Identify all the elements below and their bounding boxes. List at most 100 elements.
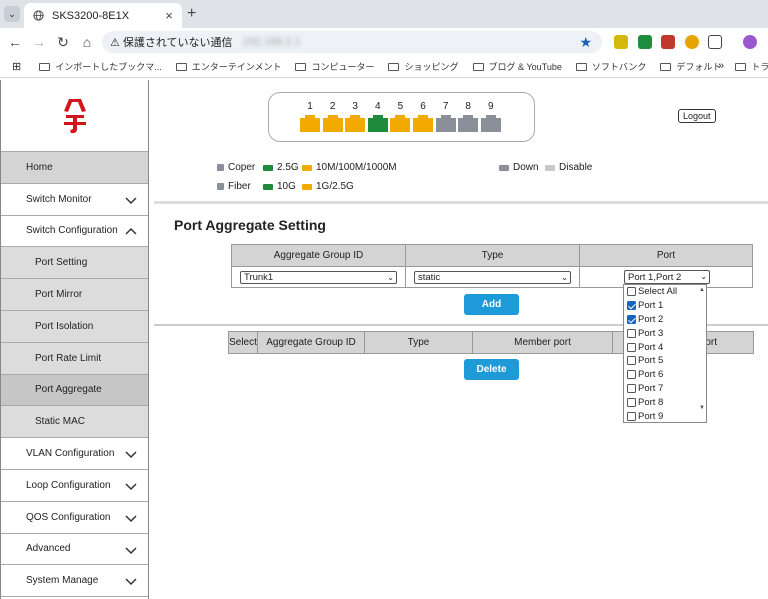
checkbox[interactable] bbox=[627, 411, 636, 421]
sidebar: Home Switch Monitor Switch Configuration Po… bbox=[0, 80, 149, 599]
home-icon[interactable]: ⌂ bbox=[75, 34, 99, 50]
menu-item-label: Static MAC bbox=[35, 416, 86, 428]
header-select: Select bbox=[228, 331, 258, 354]
checkbox[interactable] bbox=[627, 397, 636, 407]
bookmark-star-icon[interactable]: ★ bbox=[579, 34, 592, 51]
extension-icon[interactable] bbox=[614, 35, 628, 49]
port-option[interactable]: Port 3 bbox=[624, 326, 706, 340]
url-text: 192.168.2.1 bbox=[242, 36, 301, 48]
port-option[interactable]: Port 6 bbox=[624, 368, 706, 382]
checkbox[interactable] bbox=[627, 287, 636, 297]
tab-strip: ⌄ SKS3200-8E1X × + bbox=[0, 0, 768, 28]
dropdown-scrollbar[interactable]: ▲ ▼ bbox=[699, 287, 705, 411]
port-dropdown-list[interactable]: Select All Port 1 Port 2 Port 3 Port 4 Port 5… bbox=[623, 284, 707, 423]
port-number: 2 bbox=[329, 101, 336, 112]
address-bar[interactable]: ⚠ 保護されていない通信 192.168.2.1 ★ bbox=[102, 31, 602, 53]
menu-item-loop-configuration[interactable]: Loop Configuration bbox=[1, 469, 148, 502]
checkbox[interactable] bbox=[627, 342, 636, 352]
port-number: 4 bbox=[375, 101, 381, 112]
forward-icon[interactable]: → bbox=[27, 34, 51, 50]
menu-item-advanced[interactable]: Advanced bbox=[1, 533, 148, 566]
bookmark-item[interactable]: インポートしたブックマ... bbox=[39, 60, 162, 73]
port-option[interactable]: Select All bbox=[624, 285, 706, 299]
port-option[interactable]: Port 9 bbox=[624, 409, 706, 423]
menu-item-label: System Manage bbox=[26, 575, 99, 587]
port-7-icon[interactable] bbox=[435, 115, 456, 132]
menu-item-switch-monitor[interactable]: Switch Monitor bbox=[1, 183, 148, 216]
menu-item-qos-configuration[interactable]: QOS Configuration bbox=[1, 501, 148, 534]
type-select[interactable]: static ⌄ bbox=[414, 270, 571, 284]
port-option[interactable]: Port 1 bbox=[624, 299, 706, 313]
apps-icon[interactable]: ⊞ bbox=[12, 60, 21, 73]
checkbox[interactable] bbox=[627, 370, 636, 380]
aggregate-form-table: Aggregate Group ID Type Port Trunk1 ⌄ sta… bbox=[231, 244, 753, 288]
extension-icon[interactable] bbox=[661, 35, 675, 49]
close-tab-icon[interactable]: × bbox=[162, 8, 176, 23]
menu-item-port-aggregate[interactable]: Port Aggregate bbox=[1, 374, 148, 407]
menu-item-static-mac[interactable]: Static MAC bbox=[1, 406, 148, 439]
menu-item-label: Port Setting bbox=[35, 257, 88, 269]
new-tab-icon[interactable]: + bbox=[187, 5, 196, 23]
port-number: 6 bbox=[420, 101, 426, 112]
menu-item-vlan-configuration[interactable]: VLAN Configuration bbox=[1, 438, 148, 470]
port-option[interactable]: Port 7 bbox=[624, 382, 706, 396]
port-option[interactable]: Port 5 bbox=[624, 354, 706, 368]
menu-item-switch-configuration[interactable]: Switch Configuration bbox=[1, 215, 148, 248]
tab-title: SKS3200-8E1X bbox=[52, 9, 130, 22]
extension-icon[interactable] bbox=[685, 35, 699, 49]
port-1-icon[interactable] bbox=[300, 115, 320, 132]
add-button[interactable]: Add bbox=[464, 294, 519, 315]
menu-item-label: Switch Monitor bbox=[26, 193, 92, 205]
folder-icon bbox=[472, 62, 484, 71]
port-2-icon[interactable] bbox=[322, 115, 343, 132]
logout-button[interactable]: Logout bbox=[678, 109, 716, 123]
checkbox[interactable] bbox=[627, 328, 636, 338]
bookmark-item[interactable]: ソフトバンク bbox=[575, 60, 646, 73]
bookmark-item[interactable]: ショッピング bbox=[388, 60, 459, 73]
group-id-select[interactable]: Trunk1 ⌄ bbox=[240, 270, 397, 284]
bookmark-item[interactable]: デフォルト bbox=[660, 60, 721, 73]
checkbox[interactable] bbox=[627, 356, 636, 366]
chevron-down-icon: ⌄ bbox=[387, 272, 394, 282]
bookmark-item[interactable]: トラベル bbox=[735, 60, 768, 73]
port-6-icon[interactable] bbox=[413, 115, 433, 132]
tab-search-icon[interactable]: ⌄ bbox=[4, 6, 20, 22]
warning-icon: ⚠ bbox=[110, 36, 120, 49]
port-9-icon[interactable] bbox=[480, 115, 501, 132]
port-panel: 1 2 3 4 5 6 7 8 9 bbox=[268, 92, 535, 142]
reload-icon[interactable]: ↻ bbox=[51, 34, 75, 51]
checkbox[interactable] bbox=[627, 301, 636, 311]
port-number: 5 bbox=[397, 101, 404, 112]
main-content: 1 2 3 4 5 6 7 8 9 Logout Coper 2.5G 10M/100M/100… bbox=[150, 80, 768, 599]
port-select[interactable]: Port 1,Port 2 ⌄ bbox=[624, 270, 710, 284]
menu-item-system-manage[interactable]: System Manage bbox=[1, 565, 148, 598]
menu-item-port-isolation[interactable]: Port Isolation bbox=[1, 310, 148, 343]
port-8-icon[interactable] bbox=[458, 115, 479, 132]
extension-icon[interactable] bbox=[638, 35, 652, 49]
port-option[interactable]: Port 2 bbox=[624, 313, 706, 327]
header-type: Type bbox=[364, 331, 473, 354]
bookmark-item[interactable]: ブログ & YouTube bbox=[472, 60, 562, 73]
profile-avatar[interactable] bbox=[743, 35, 757, 49]
port-4-icon[interactable] bbox=[367, 115, 388, 132]
port-option[interactable]: Port 4 bbox=[624, 340, 706, 354]
menu-item-home[interactable]: Home bbox=[1, 152, 148, 184]
bookmark-item[interactable]: エンターテインメント bbox=[175, 60, 281, 73]
menu-item-label: Home bbox=[26, 161, 53, 173]
menu-item-port-setting[interactable]: Port Setting bbox=[1, 247, 148, 280]
back-icon[interactable]: ← bbox=[3, 34, 27, 50]
legend-down: Down bbox=[499, 162, 539, 173]
port-option[interactable]: Port 8 bbox=[624, 395, 706, 409]
checkbox[interactable] bbox=[627, 383, 636, 393]
menu-item-port-rate-limit[interactable]: Port Rate Limit bbox=[1, 342, 148, 375]
menu-item-port-mirror[interactable]: Port Mirror bbox=[1, 279, 148, 311]
more-bookmarks-icon[interactable]: » bbox=[718, 60, 724, 72]
folder-icon bbox=[295, 62, 307, 71]
delete-button[interactable]: Delete bbox=[464, 359, 519, 380]
bookmark-item[interactable]: コンピューター bbox=[295, 60, 374, 73]
port-5-icon[interactable] bbox=[390, 115, 411, 132]
checkbox[interactable] bbox=[627, 314, 636, 324]
port-3-icon[interactable] bbox=[345, 115, 366, 132]
extensions-puzzle-icon[interactable] bbox=[708, 35, 722, 49]
browser-tab[interactable]: SKS3200-8E1X × bbox=[24, 3, 182, 28]
